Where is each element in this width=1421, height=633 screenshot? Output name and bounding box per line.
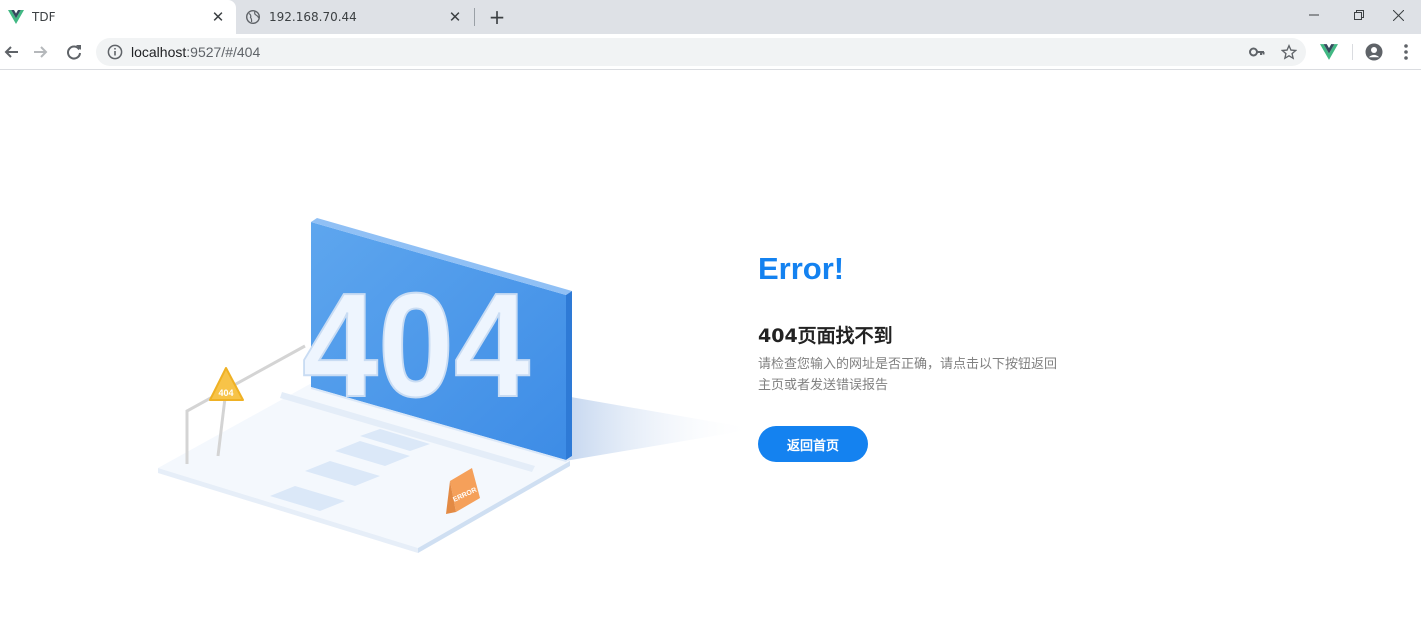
404-illustration: 404 404 ERROR — [158, 218, 755, 553]
tab-separator — [474, 8, 475, 26]
page-content: 404 404 ERROR Error! 404页面找不到 请检查您输入的网址是… — [0, 71, 1421, 633]
error-headline: 404页面找不到 — [758, 325, 893, 347]
site-info-icon[interactable] — [107, 44, 123, 60]
tab-title: 192.168.70.44 — [269, 10, 357, 24]
vue-devtools-icon[interactable] — [1318, 41, 1340, 63]
tab-title: TDF — [32, 10, 56, 24]
minimize-icon[interactable] — [1291, 0, 1336, 30]
close-tab-icon[interactable]: ✕ — [444, 6, 466, 28]
close-tab-icon[interactable]: ✕ — [207, 6, 229, 28]
error-title: Error! — [758, 251, 845, 286]
address-url: localhost:9527/#/404 — [131, 44, 260, 60]
reload-button[interactable] — [60, 38, 88, 66]
close-window-icon[interactable] — [1376, 0, 1421, 30]
profile-avatar-icon[interactable] — [1363, 41, 1385, 63]
tab-ip[interactable]: 192.168.70.44 ✕ — [237, 0, 473, 34]
warning-sign-text: 404 — [218, 388, 233, 398]
toolbar-separator — [1352, 44, 1353, 60]
url-host: localhost — [131, 44, 187, 60]
globe-icon — [245, 9, 261, 25]
url-path: :9527/#/404 — [186, 44, 261, 60]
restore-icon[interactable] — [1336, 0, 1381, 30]
tab-tdf[interactable]: TDF ✕ — [0, 0, 236, 34]
browser-toolbar: localhost:9527/#/404 — [0, 34, 1421, 70]
forward-button[interactable] — [27, 38, 55, 66]
tab-strip: TDF ✕ 192.168.70.44 ✕ + — [0, 0, 1421, 34]
light-beam — [565, 396, 755, 461]
vue-logo-icon — [8, 9, 24, 25]
menu-kebab-icon[interactable] — [1395, 41, 1417, 63]
return-home-button[interactable]: 返回首页 — [758, 426, 868, 462]
key-icon[interactable] — [1246, 41, 1268, 63]
new-tab-button[interactable]: + — [484, 4, 510, 30]
big-404-text: 404 — [302, 263, 530, 428]
bookmark-star-icon[interactable] — [1278, 41, 1300, 63]
address-bar[interactable]: localhost:9527/#/404 — [96, 38, 1306, 66]
error-info: 请检查您输入的网址是否正确，请点击以下按钮返回主页或者发送错误报告 — [758, 357, 1058, 393]
back-button[interactable] — [0, 38, 25, 66]
